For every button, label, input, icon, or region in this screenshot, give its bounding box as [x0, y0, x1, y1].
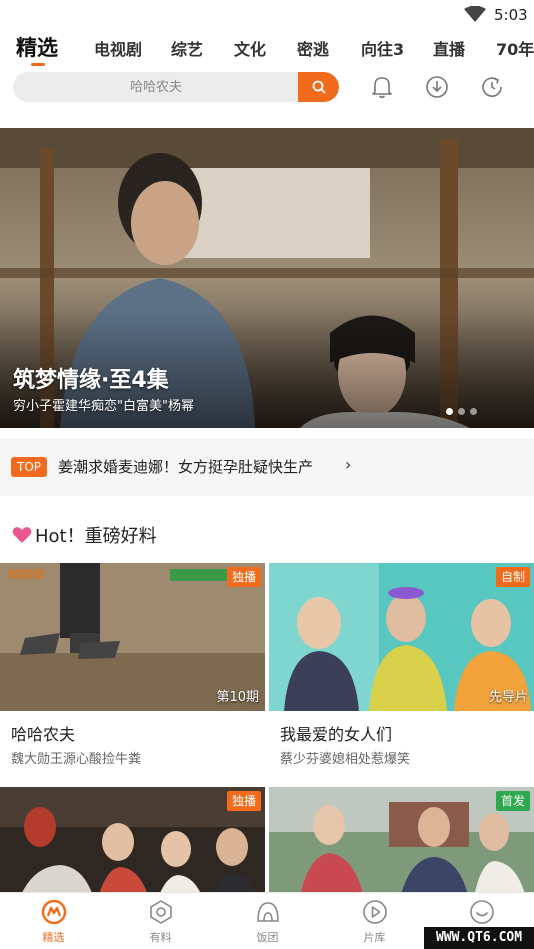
tab-culture[interactable]: 文化 — [234, 36, 266, 60]
nav-label: 有料 — [149, 931, 172, 944]
nav-library[interactable]: 片库 — [321, 893, 428, 949]
tab-tv-series[interactable]: 电视剧 — [94, 36, 142, 60]
banner-subtitle: 穷小子霍建华痴恋"白富美"杨幂 — [13, 399, 194, 414]
news-headline: 姜潮求婚麦迪娜！女方挺孕肚疑快生产 — [58, 458, 314, 476]
profile-smile-icon — [470, 900, 494, 924]
tab-live[interactable]: 直播 — [433, 36, 465, 60]
tab-variety[interactable]: 综艺 — [171, 36, 203, 60]
heart-icon — [12, 527, 32, 543]
card-title: 哈哈农夫 — [11, 725, 76, 744]
video-card[interactable]: 独播 第10期 哈哈农夫 魏大勋王源心酸捡牛粪 — [0, 563, 265, 773]
pagination-dot-active — [446, 408, 453, 415]
nav-label: 饭团 — [256, 931, 279, 944]
pagination-dot — [458, 408, 465, 415]
active-tab-indicator — [31, 63, 45, 66]
notification-button[interactable] — [369, 73, 395, 101]
self-produced-badge: 自制 — [495, 567, 530, 587]
section-title: Hot！重磅好料 — [35, 526, 157, 547]
history-button[interactable] — [479, 73, 505, 101]
search-button[interactable] — [298, 72, 339, 102]
exclusive-badge: 独播 — [226, 791, 261, 811]
tab-xiangwang3[interactable]: 向往3 — [361, 36, 404, 60]
site-watermark: WWW.QT6.COM — [424, 927, 534, 949]
tab-featured[interactable]: 精选 — [16, 32, 58, 62]
nav-featured[interactable]: 精选 — [0, 893, 107, 949]
tab-70-years[interactable]: 70年 — [496, 36, 534, 60]
history-icon — [482, 77, 502, 97]
tab-escape[interactable]: 密逃 — [297, 36, 329, 60]
status-time: 5:03 — [494, 6, 528, 24]
card-subtitle: 魏大勋王源心酸捡牛粪 — [11, 752, 142, 767]
search-icon — [312, 80, 325, 94]
video-card[interactable]: 独播 — [0, 787, 265, 892]
top-news-row[interactable]: TOP 姜潮求婚麦迪娜！女方挺孕肚疑快生产 › — [0, 438, 534, 496]
featured-icon — [41, 899, 67, 925]
bell-icon — [372, 77, 392, 99]
status-bar: 5:03 — [0, 0, 534, 30]
exclusive-badge: 独播 — [226, 567, 261, 587]
channel-tabs: 精选 电视剧 综艺 文化 密逃 向往3 直播 70年 — [0, 30, 534, 66]
nav-fan-group[interactable]: 饭团 — [214, 893, 321, 949]
library-play-icon — [363, 900, 387, 924]
video-thumbnail: 独播 — [0, 787, 265, 892]
video-card[interactable]: 首发 — [269, 787, 534, 892]
nav-discover[interactable]: 有料 — [107, 893, 214, 949]
discover-icon — [150, 900, 172, 924]
fan-group-icon — [257, 902, 279, 922]
nav-label: 精选 — [42, 931, 65, 944]
download-icon — [426, 76, 448, 98]
nav-label: 片库 — [363, 931, 386, 944]
top-badge: TOP — [11, 457, 47, 477]
video-thumbnail: 首发 — [269, 787, 534, 892]
download-button[interactable] — [424, 73, 450, 101]
thumbnail-image — [0, 787, 265, 892]
card-title: 我最爱的女人们 — [280, 725, 393, 744]
pagination-dot — [470, 408, 477, 415]
banner-pagination — [446, 408, 477, 415]
search-bar[interactable] — [13, 72, 339, 102]
episode-label: 先导片 — [488, 690, 528, 705]
thumbnail-image — [269, 787, 534, 892]
wifi-icon — [464, 6, 486, 22]
chevron-right-icon: › — [345, 455, 352, 474]
video-thumbnail: 独播 第10期 — [0, 563, 265, 711]
video-card[interactable]: 自制 先导片 我最爱的女人们 蔡少芬婆媳相处惹爆笑 — [269, 563, 534, 773]
video-thumbnail: 自制 先导片 — [269, 563, 534, 711]
section-header: Hot！重磅好料 — [12, 522, 157, 548]
card-subtitle: 蔡少芬婆媳相处惹爆笑 — [280, 752, 411, 767]
episode-label: 第10期 — [216, 690, 259, 705]
search-input[interactable] — [13, 72, 299, 102]
premiere-badge: 首发 — [495, 791, 530, 811]
banner-title: 筑梦情缘·至4集 — [13, 368, 169, 393]
